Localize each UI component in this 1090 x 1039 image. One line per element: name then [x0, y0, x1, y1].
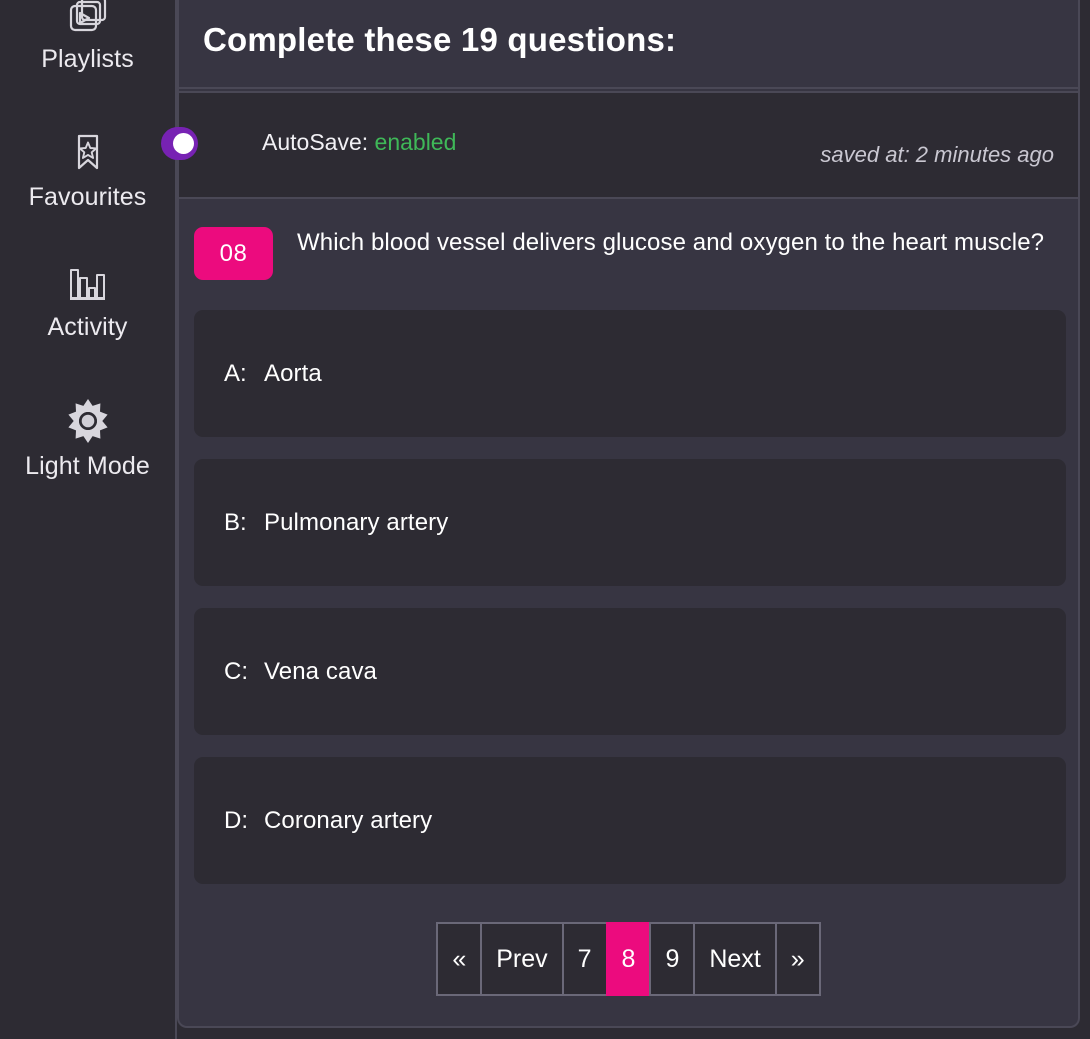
- answer-option-a[interactable]: A: Aorta: [194, 310, 1066, 437]
- autosave-label: AutoSave: enabled: [262, 128, 456, 156]
- pagination-prev-button[interactable]: Prev: [480, 922, 562, 996]
- question-number-badge: 08: [194, 227, 273, 280]
- saved-at-text: saved at: 2 minutes ago: [820, 142, 1054, 167]
- autosave-toggle[interactable]: [161, 127, 198, 160]
- answer-option-key: D:: [224, 807, 248, 834]
- toggle-knob: [173, 133, 194, 154]
- sidebar-item-label: Favourites: [28, 183, 147, 211]
- question-row: 08 Which blood vessel delivers glucose a…: [179, 209, 1078, 280]
- autosave-state-value: enabled: [374, 129, 457, 155]
- sidebar-item-label: Playlists: [41, 45, 134, 73]
- question-text: Which blood vessel delivers glucose and …: [297, 229, 1045, 256]
- pagination-next-button[interactable]: Next: [693, 922, 775, 996]
- sidebar-item-label: Activity: [47, 313, 128, 341]
- answer-option-key: A:: [224, 360, 247, 387]
- page-title: Complete these 19 questions:: [203, 20, 677, 58]
- answer-option-key: C:: [224, 658, 248, 685]
- pagination-first-button[interactable]: «: [436, 922, 481, 996]
- sun-icon: [66, 399, 110, 443]
- sidebar-item-favourites[interactable]: Favourites: [0, 130, 175, 212]
- pagination: « Prev 7 8 9 Next »: [179, 922, 1078, 996]
- bookmark-star-icon: [66, 130, 110, 174]
- pagination-page-7[interactable]: 7: [561, 922, 606, 996]
- sidebar-item-playlists[interactable]: Playlists: [0, 0, 175, 74]
- answer-options-list: A: Aorta B: Pulmonary artery C: Vena cav…: [194, 310, 1066, 906]
- autosave-bar: AutoSave: enabled saved at: 2 minutes ag…: [161, 91, 1078, 199]
- answer-option-b[interactable]: B: Pulmonary artery: [194, 459, 1066, 586]
- sidebar-item-activity[interactable]: Activity: [0, 264, 175, 342]
- quiz-panel: Complete these 19 questions: AutoSave: e…: [161, 0, 1080, 1028]
- playlist-stack-icon: [65, 0, 111, 36]
- answer-option-content: D: Coronary artery: [224, 807, 432, 835]
- answer-option-content: C: Vena cava: [224, 658, 377, 686]
- answer-option-text: Coronary artery: [264, 807, 433, 834]
- answer-option-content: B: Pulmonary artery: [224, 509, 448, 537]
- answer-option-text: Aorta: [264, 360, 322, 387]
- bar-chart-icon: [64, 264, 112, 304]
- sidebar-item-light-mode[interactable]: Light Mode: [0, 399, 175, 481]
- quiz-app: Playlists Favourites Activity Light Mode…: [0, 0, 1090, 1039]
- autosave-label-prefix: AutoSave:: [262, 129, 369, 155]
- pagination-page-8[interactable]: 8: [605, 922, 650, 996]
- answer-option-text: Pulmonary artery: [264, 509, 449, 536]
- sidebar: Playlists Favourites Activity Light Mode: [0, 0, 177, 1039]
- answer-option-c[interactable]: C: Vena cava: [194, 608, 1066, 735]
- pagination-page-9[interactable]: 9: [649, 922, 694, 996]
- answer-option-key: B:: [224, 509, 247, 536]
- answer-option-text: Vena cava: [264, 658, 377, 685]
- answer-option-d[interactable]: D: Coronary artery: [194, 757, 1066, 884]
- quiz-header: Complete these 19 questions:: [179, 0, 1078, 89]
- pagination-last-button[interactable]: »: [774, 922, 821, 996]
- answer-option-content: A: Aorta: [224, 360, 322, 388]
- sidebar-item-label: Light Mode: [25, 452, 150, 480]
- main-content: Complete these 19 questions: AutoSave: e…: [161, 0, 1090, 1039]
